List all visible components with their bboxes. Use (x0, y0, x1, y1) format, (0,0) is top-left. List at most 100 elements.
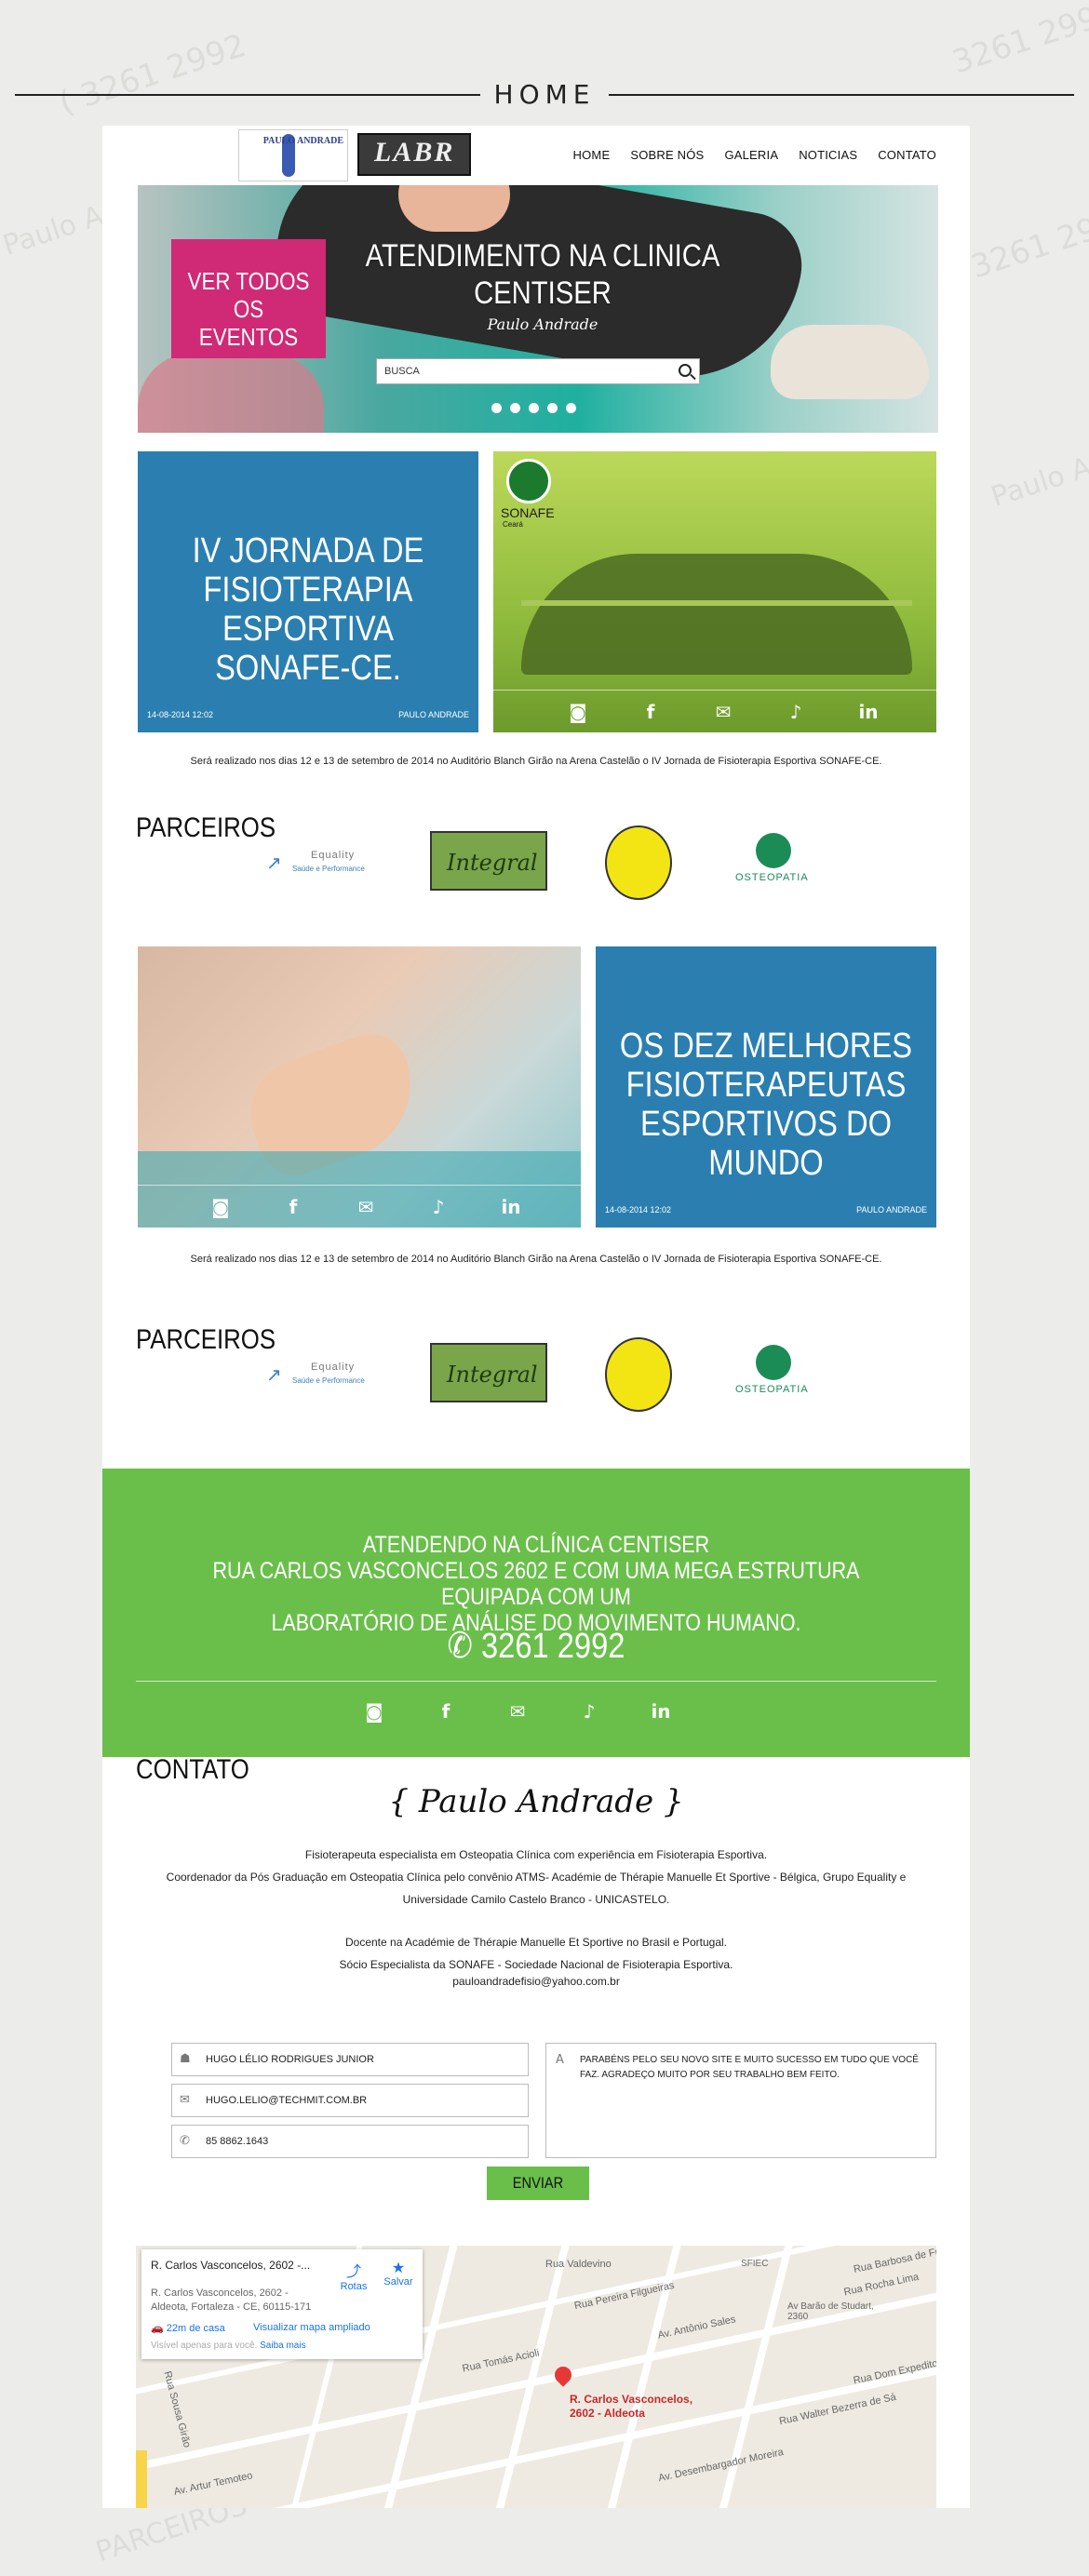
map-pin-icon[interactable] (551, 2363, 575, 2387)
slider-dot[interactable] (491, 403, 502, 413)
contact-email[interactable]: pauloandradefisio@yahoo.com.br (102, 1970, 970, 1992)
nav-galeria[interactable]: GALERIA (724, 148, 778, 162)
street-label: Rua Barbosa de Freitas (853, 2246, 936, 2275)
routes-button[interactable]: ⤴ Rotas (335, 2259, 372, 2292)
osteopatia-logo[interactable]: OSTEOPATIA (735, 833, 810, 892)
drive-time-link[interactable]: 🚗 22m de casa (151, 2322, 225, 2334)
search-input[interactable]: BUSCA (376, 358, 700, 384)
save-label: Salvar (383, 2276, 413, 2288)
osteopatia-logo[interactable]: OSTEOPATIA (735, 1345, 810, 1404)
contact-title: CONTATO (136, 1754, 249, 1785)
phone-field[interactable]: ✆ 85 8862.1643 (171, 2125, 529, 2158)
partners-title: PARCEIROS (136, 1324, 276, 1355)
sonafe-text: SONAFE (501, 505, 555, 520)
learn-more-link[interactable]: Saiba mais (260, 2341, 305, 2351)
labr-logo-text: LABR (374, 137, 455, 168)
banner-phone[interactable]: ✆ 3261 2992 (163, 1625, 909, 1667)
events-button-label: VER TODOS OS EVENTOS (187, 267, 310, 351)
slider-dot[interactable] (529, 403, 539, 413)
partners-title: PARCEIROS (136, 812, 276, 843)
nav-contato[interactable]: CONTATO (878, 148, 936, 162)
twitter-icon[interactable]: ♪ (784, 700, 808, 724)
mail-icon[interactable]: ✉ (505, 1699, 530, 1724)
save-button[interactable]: ★ Salvar (380, 2259, 417, 2288)
map-address-line2: Aldeota, Fortaleza - CE, 60115-171 (151, 2301, 312, 2313)
equality-name: Equality (311, 850, 356, 861)
nav-sobre-nos[interactable]: SOBRE NÓS (630, 148, 704, 162)
discobolus-logo[interactable] (605, 825, 672, 900)
contact-signature: { Paulo Andrade } (388, 1783, 684, 1820)
map-card-address: R. Carlos Vasconcelos, 2602 - Aldeota, F… (151, 2287, 311, 2314)
post2-title: OS DEZ MELHORES FISIOTERAPEUTAS ESPORTIV… (619, 1026, 913, 1183)
location-map[interactable]: Rua Valdevino Rua Pereira Filgueiras Av.… (136, 2246, 936, 2508)
text-icon: A (556, 2053, 564, 2067)
sonafe-logo: SONAFE Ceará (501, 459, 560, 533)
search-placeholder: BUSCA (384, 366, 420, 377)
labr-logo[interactable]: LABR (357, 133, 471, 176)
user-icon: ☗ (180, 2052, 191, 2066)
equality-logo[interactable]: ↗ Equality Saúde e Performance (266, 1360, 387, 1389)
message-textarea[interactable]: A PARABÉNS PELO SEU NOVO SITE E MUITO SU… (545, 2043, 936, 2158)
slider-dot[interactable] (547, 403, 558, 413)
hero-slider: VER TODOS OS EVENTOS ATENDIMENTO NA CLIN… (138, 185, 938, 433)
twitter-icon[interactable]: ♪ (426, 1195, 450, 1219)
stadium-photo: SONAFE Ceará ◙ f ✉ ♪ in (493, 451, 936, 732)
map-card-title: R. Carlos Vasconcelos, 2602 -... (151, 2259, 311, 2272)
name-value: HUGO LÉLIO RODRIGUES JUNIOR (206, 2054, 374, 2065)
discobolus-logo[interactable] (605, 1337, 672, 1412)
banner-line2: RUA CARLOS VASCONCELOS 2602 E COM UMA ME… (212, 1558, 860, 1610)
post2-caption: Será realizado nos dias 12 e 13 de setem… (190, 1254, 882, 1265)
post2-tile[interactable]: OS DEZ MELHORES FISIOTERAPEUTAS ESPORTIV… (596, 946, 936, 1228)
banner-divider (136, 1681, 936, 1682)
envelope-icon: ✉ (180, 2093, 190, 2107)
hero-shoe (771, 325, 929, 399)
linkedin-icon[interactable]: in (499, 1195, 523, 1219)
hero-signature: Paulo Andrade (487, 315, 598, 333)
linkedin-icon[interactable]: in (649, 1699, 673, 1724)
larger-map-link[interactable]: Visualizar mapa ampliado (253, 2322, 370, 2333)
instagram-icon[interactable]: ◙ (362, 1699, 386, 1724)
map-yellow-road (136, 2450, 147, 2508)
events-button[interactable]: VER TODOS OS EVENTOS (171, 239, 326, 358)
mail-icon[interactable]: ✉ (711, 700, 735, 724)
search-icon[interactable] (679, 364, 692, 377)
map-info-card: R. Carlos Vasconcelos, 2602 -... R. Carl… (141, 2249, 423, 2359)
post1-tile[interactable]: IV JORNADA DE FISIOTERAPIA ESPORTIVA SON… (138, 451, 478, 732)
slider-dot[interactable] (510, 403, 520, 413)
osteopatia-name: OSTEOPATIA (735, 1384, 809, 1395)
osteopatia-emblem (756, 1345, 791, 1380)
pin-label-line1: R. Carlos Vasconcelos, (570, 2393, 693, 2406)
facebook-icon[interactable]: f (434, 1699, 458, 1724)
nav-home[interactable]: HOME (573, 148, 611, 162)
equality-swoosh-icon: ↗ (266, 853, 282, 874)
instagram-icon[interactable]: ◙ (208, 1195, 233, 1219)
sonafe-subtext: Ceará (503, 520, 523, 529)
integral-name: Integral (447, 850, 538, 876)
integral-logo[interactable]: Integral (430, 1343, 547, 1402)
osteopatia-name: OSTEOPATIA (735, 872, 809, 883)
linkedin-icon[interactable]: in (856, 700, 881, 724)
facebook-icon[interactable]: f (281, 1195, 305, 1219)
integral-logo[interactable]: Integral (430, 831, 547, 891)
twitter-icon[interactable]: ♪ (577, 1699, 601, 1724)
name-field[interactable]: ☗ HUGO LÉLIO RODRIGUES JUNIOR (171, 2043, 529, 2076)
paulo-andrade-logo[interactable]: PAULO ANDRADE (238, 129, 348, 181)
visible-note: Visível apenas para você. Saiba mais (151, 2341, 306, 2351)
instagram-icon[interactable]: ◙ (566, 700, 590, 724)
equality-logo[interactable]: ↗ Equality Saúde e Performance (266, 848, 387, 878)
mail-icon[interactable]: ✉ (354, 1195, 378, 1219)
bio-line1: Fisioterapeuta especialista em Osteopati… (304, 1848, 768, 1861)
post1-social-row: ◙ f ✉ ♪ in (493, 690, 936, 732)
logo-text: PAULO ANDRADE (262, 136, 343, 146)
nav-noticias[interactable]: NOTICIAS (799, 148, 857, 162)
visible-note-text: Visível apenas para você. (151, 2341, 258, 2351)
stadium-stripe (521, 600, 912, 606)
site-card: PAULO ANDRADE LABR HOME SOBRE NÓS GALERI… (102, 126, 970, 2508)
submit-button[interactable]: ENVIAR (486, 2167, 590, 2200)
facebook-icon[interactable]: f (639, 700, 663, 724)
hero-hand (398, 185, 510, 232)
slider-dot[interactable] (566, 403, 576, 413)
street-label: Rua Tomás Acioli (461, 2347, 541, 2375)
email-field[interactable]: ✉ HUGO.LELIO@TECHMIT.COM.BR (171, 2084, 529, 2117)
drive-time: 22m de casa (166, 2323, 225, 2334)
